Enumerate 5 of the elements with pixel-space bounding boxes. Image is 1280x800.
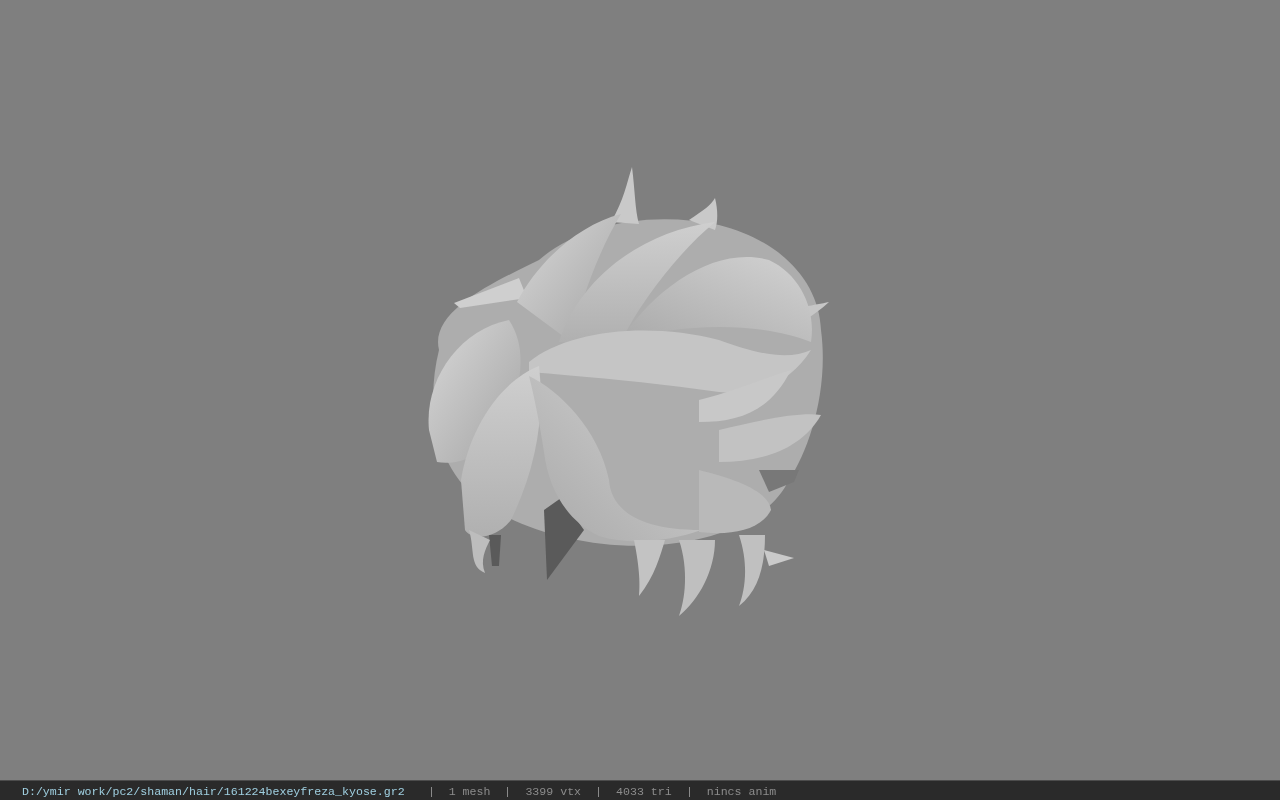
file-path-text: D:/ymir work/pc2/shaman/hair/161224bexeyfreza_kyose.gr2	[22, 785, 405, 798]
model-stat-text: 3399 vtx	[525, 785, 582, 798]
model-stat-text: 1 mesh	[448, 785, 491, 798]
model-stat-text: 4033 tri	[616, 785, 672, 798]
model-stat-text: nincs anim	[706, 785, 777, 798]
